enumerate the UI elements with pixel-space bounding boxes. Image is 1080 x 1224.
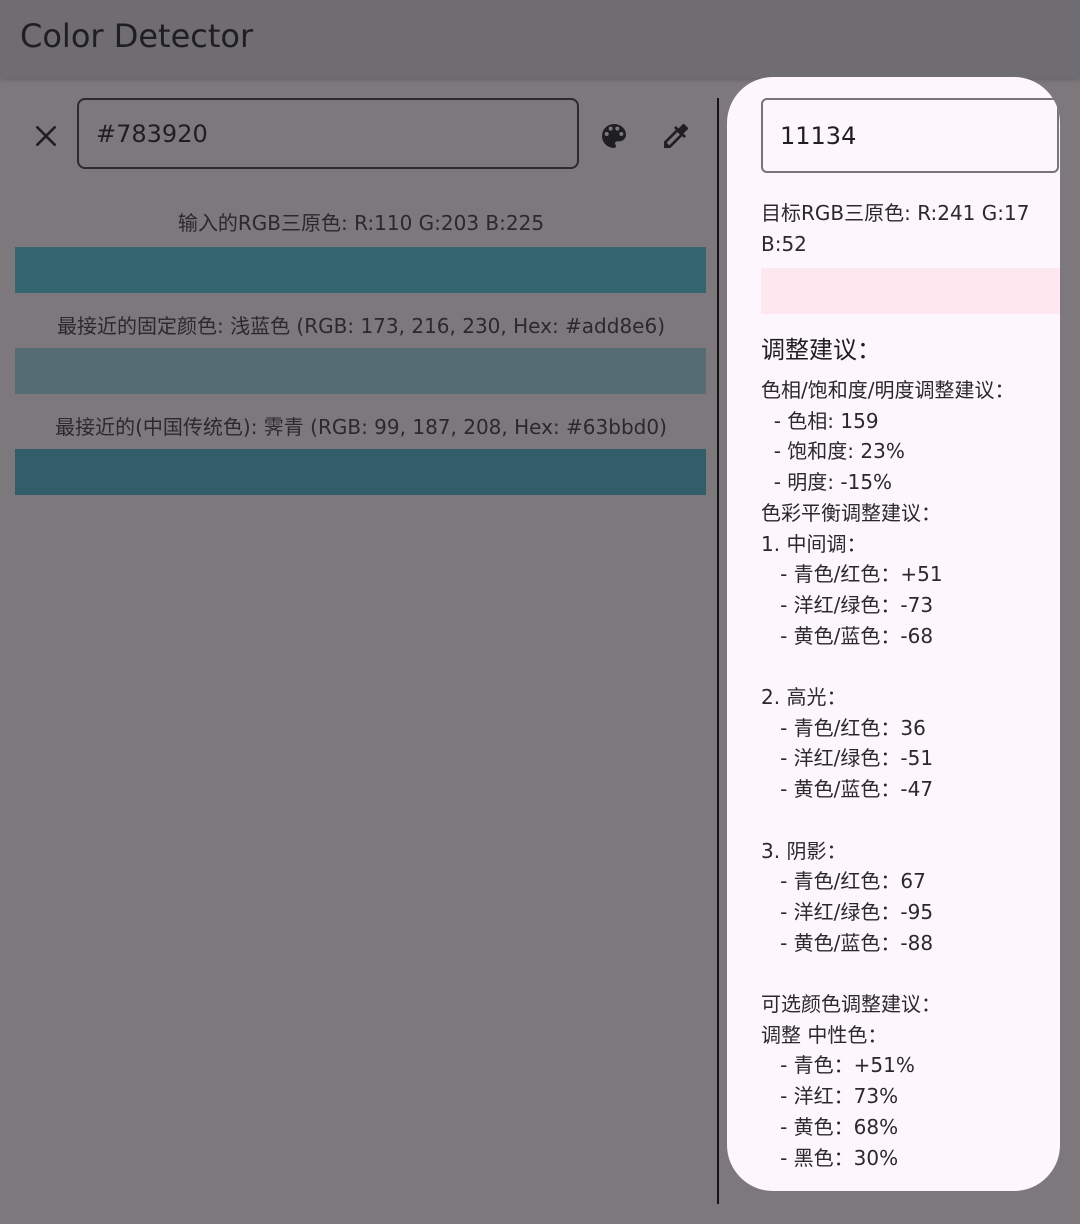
- close-icon: [36, 126, 56, 146]
- left-panel: 输入的RGB三原色: R:110 G:203 B:225 最接近的固定颜色: 浅…: [0, 78, 718, 1224]
- nearest-traditional-color-label: 最接近的(中国传统色): 霁青 (RGB: 99, 187, 208, Hex:…: [55, 415, 667, 439]
- target-rgb-label: 目标RGB三原色: R:241 G:17 B:52: [761, 201, 1030, 256]
- advice-heading: 调整建议：: [761, 336, 881, 364]
- nearest-fixed-color-label: 最接近的固定颜色: 浅蓝色 (RGB: 173, 216, 230, Hex: …: [56, 314, 666, 338]
- target-color-swatch: [761, 268, 1060, 314]
- target-panel: 目标RGB三原色: R:241 G:17 B:52 调整建议： 色相/饱和度/明…: [727, 77, 1060, 1191]
- target-color-input[interactable]: [761, 98, 1059, 173]
- advice-text: 色相/饱和度/明度调整建议： - 色相: 159 - 饱和度: 23% - 明度…: [761, 378, 1015, 1170]
- input-rgb-label: 输入的RGB三原色: R:110 G:203 B:225: [177, 211, 545, 235]
- palette-icon: [602, 124, 626, 148]
- nearest-fixed-color-swatch: [15, 348, 706, 394]
- app-title: Color Detector: [20, 17, 254, 55]
- app-bar: Color Detector: [0, 0, 1080, 78]
- vertical-divider: [717, 98, 719, 1204]
- nearest-traditional-color-swatch: [15, 449, 706, 495]
- palette-button[interactable]: [594, 116, 634, 156]
- color-picker-button[interactable]: [656, 116, 696, 156]
- colorize-icon: [664, 123, 689, 148]
- input-color-swatch: [15, 247, 706, 293]
- hex-color-input[interactable]: [77, 98, 579, 169]
- clear-button[interactable]: [28, 118, 64, 154]
